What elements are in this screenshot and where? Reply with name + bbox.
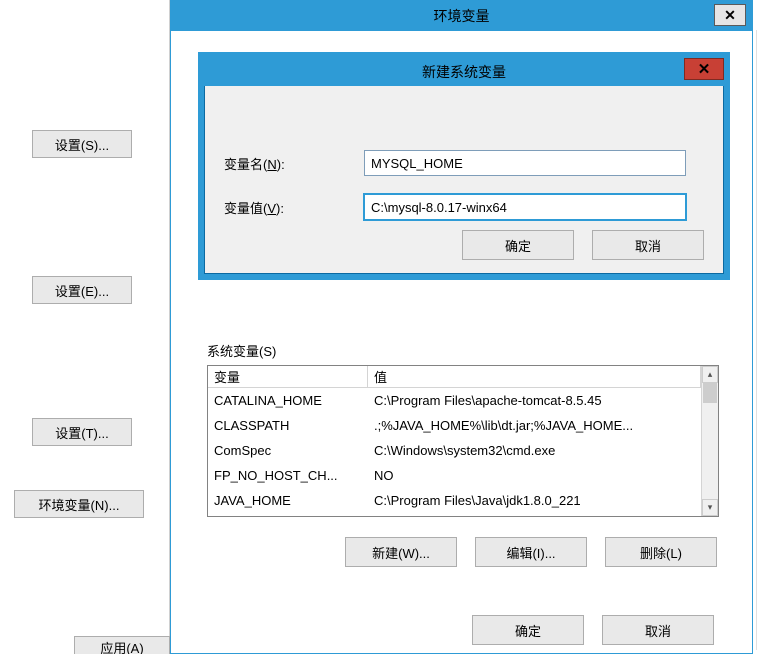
table-row[interactable]: JAVA_HOME C:\Program Files\Java\jdk1.8.0… — [208, 488, 701, 513]
env-window-titlebar: 环境变量 ✕ — [171, 1, 752, 31]
env-window-dialog-buttons: 确定 取消 — [472, 615, 714, 645]
system-variables-label: 系统变量(S) — [207, 341, 276, 360]
settings-t-button[interactable]: 设置(T)... — [32, 418, 132, 446]
scroll-up-icon[interactable]: ▴ — [702, 366, 718, 383]
close-icon: ✕ — [724, 8, 736, 22]
environment-variables-button[interactable]: 环境变量(N)... — [14, 490, 144, 518]
modal-cancel-button[interactable]: 取消 — [592, 230, 704, 260]
system-variables-header: 变量 值 — [208, 366, 701, 388]
close-icon: ✕ — [698, 60, 711, 78]
variable-value-label: 变量值(V): — [224, 198, 364, 217]
scroll-down-icon[interactable]: ▾ — [702, 499, 718, 516]
variable-value-input[interactable] — [364, 194, 686, 220]
system-variables-buttons: 新建(W)... 编辑(I)... 删除(L) — [345, 537, 717, 567]
settings-s-button[interactable]: 设置(S)... — [32, 130, 132, 158]
env-window-title: 环境变量 — [434, 6, 490, 26]
system-variables-list[interactable]: 变量 值 CATALINA_HOME C:\Program Files\apac… — [207, 365, 719, 517]
system-variables-table: 变量 值 CATALINA_HOME C:\Program Files\apac… — [208, 366, 701, 516]
table-row[interactable]: CATALINA_HOME C:\Program Files\apache-to… — [208, 388, 701, 413]
modal-titlebar: 新建系统变量 ✕ — [204, 58, 724, 86]
modal-ok-button[interactable]: 确定 — [462, 230, 574, 260]
modal-title: 新建系统变量 — [422, 62, 506, 82]
variable-name-input[interactable] — [364, 150, 686, 176]
variable-name-row: 变量名(N): — [224, 150, 686, 176]
table-row[interactable]: FP_NO_HOST_CH... NO — [208, 463, 701, 488]
env-ok-button[interactable]: 确定 — [472, 615, 584, 645]
settings-e-button[interactable]: 设置(E)... — [32, 276, 132, 304]
env-window-close-button[interactable]: ✕ — [714, 4, 746, 26]
scroll-thumb[interactable] — [703, 383, 717, 403]
env-cancel-button[interactable]: 取消 — [602, 615, 714, 645]
modal-body: 变量名(N): 变量值(V): 确定 取消 — [204, 86, 724, 274]
scroll-track[interactable] — [702, 383, 718, 499]
delete-sysvar-button[interactable]: 删除(L) — [605, 537, 717, 567]
column-header-variable[interactable]: 变量 — [208, 366, 368, 387]
new-system-variable-dialog: 新建系统变量 ✕ 变量名(N): 变量值(V): 确定 取消 — [198, 52, 730, 280]
modal-close-button[interactable]: ✕ — [684, 58, 724, 80]
system-variables-rows: CATALINA_HOME C:\Program Files\apache-to… — [208, 388, 701, 513]
table-row[interactable]: CLASSPATH .;%JAVA_HOME%\lib\dt.jar;%JAVA… — [208, 413, 701, 438]
apply-button-partial[interactable]: 应用(A) — [74, 636, 170, 654]
table-row[interactable]: ComSpec C:\Windows\system32\cmd.exe — [208, 438, 701, 463]
system-variables-scrollbar[interactable]: ▴ ▾ — [701, 366, 718, 516]
modal-dialog-buttons: 确定 取消 — [462, 230, 704, 260]
variable-name-label: 变量名(N): — [224, 154, 364, 173]
parent-dialog-left-strip: 设置(S)... 设置(E)... 设置(T)... 环境变量(N)... — [0, 0, 170, 654]
outer-border-line — [756, 30, 757, 650]
variable-value-row: 变量值(V): — [224, 194, 686, 220]
edit-sysvar-button[interactable]: 编辑(I)... — [475, 537, 587, 567]
column-header-value[interactable]: 值 — [368, 366, 701, 387]
new-sysvar-button[interactable]: 新建(W)... — [345, 537, 457, 567]
